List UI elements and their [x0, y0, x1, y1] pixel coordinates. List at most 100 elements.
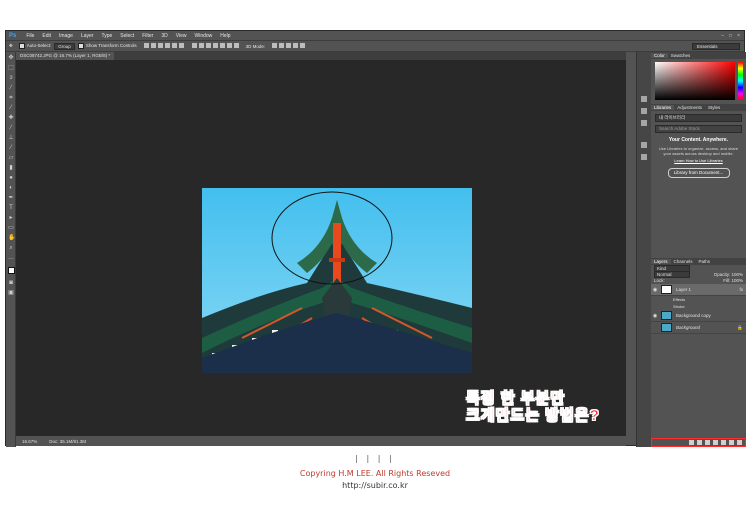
quick-mask-icon[interactable]: ◙	[8, 280, 14, 286]
menu-edit[interactable]: Edit	[38, 33, 55, 39]
dodge-tool-icon[interactable]: ◐	[8, 185, 14, 191]
fx-icon[interactable]: fx	[739, 287, 746, 292]
maximize-icon[interactable]: □	[729, 33, 732, 39]
tab-paths[interactable]: Paths	[696, 259, 714, 264]
3d-mode-icons[interactable]	[268, 43, 309, 49]
color-picker-field[interactable]	[655, 62, 735, 100]
blur-tool-icon[interactable]: ●	[8, 175, 14, 181]
library-heading: Your Content. Anywhere.	[668, 137, 729, 143]
menu-file[interactable]: File	[22, 33, 38, 39]
opacity-value[interactable]: 100%	[731, 272, 743, 277]
move-tool-icon[interactable]: ✥	[8, 55, 14, 61]
library-select[interactable]: 내 라이브러리	[655, 114, 742, 122]
menu-image[interactable]: Image	[55, 33, 77, 39]
menu-3d[interactable]: 3D	[157, 33, 171, 39]
layer-name: Layer 1	[676, 287, 692, 292]
menu-filter[interactable]: Filter	[138, 33, 157, 39]
align-icons[interactable]	[140, 43, 188, 49]
tab-styles[interactable]: Styles	[705, 105, 723, 110]
learn-libraries-link[interactable]: Learn How to Use Libraries	[655, 158, 742, 163]
stamp-tool-icon[interactable]: ⊥	[8, 135, 14, 141]
hand-tool-icon[interactable]: ✋	[8, 235, 15, 241]
lasso-tool-icon[interactable]: ↄ	[8, 75, 14, 81]
blend-mode-select[interactable]: Normal	[654, 271, 690, 278]
panel-icon-strip	[636, 52, 652, 447]
new-layer-icon[interactable]	[729, 440, 734, 445]
tab-layers[interactable]: Layers	[651, 259, 671, 264]
brush-preset-icon[interactable]	[641, 154, 647, 160]
library-from-document-button[interactable]: Library from Document...	[667, 168, 730, 178]
ps-logo: Ps	[9, 32, 17, 39]
crop-tool-icon[interactable]: ⌗	[8, 95, 14, 101]
hue-slider[interactable]	[738, 62, 743, 100]
marquee-tool-icon[interactable]: ⬚	[8, 65, 14, 71]
foreground-color-swatch[interactable]	[8, 267, 15, 274]
close-icon[interactable]: ×	[737, 33, 740, 39]
stroke-row[interactable]: Stroke	[651, 303, 746, 310]
menu-help[interactable]: Help	[216, 33, 234, 39]
zoom-tool-icon[interactable]: ⌕	[8, 245, 14, 251]
canvas-area[interactable]: 특정 한 부분만 크게만드는 방법은?	[16, 60, 626, 436]
menu-type[interactable]: Type	[97, 33, 116, 39]
layer-row-background-copy[interactable]: ◉ Background copy	[651, 310, 746, 322]
auto-select-checkbox[interactable]	[18, 43, 25, 49]
add-mask-icon[interactable]	[705, 440, 710, 445]
lock-icon: 🔒	[737, 324, 743, 330]
tab-color[interactable]: Color	[651, 53, 668, 58]
stock-search-input[interactable]: Search Adobe Stock	[655, 125, 742, 133]
menu-window[interactable]: Window	[190, 33, 216, 39]
visibility-eye-icon[interactable]: ◉	[651, 287, 659, 293]
screen-mode-icon[interactable]: ▣	[8, 290, 14, 296]
transform-checkbox[interactable]	[77, 43, 84, 49]
menu-view[interactable]: View	[172, 33, 191, 39]
menu-layer[interactable]: Layer	[77, 33, 98, 39]
history-brush-tool-icon[interactable]: ⁄	[8, 145, 14, 151]
site-url-link[interactable]: http://subir.co.kr	[0, 481, 750, 490]
character-icon[interactable]	[641, 142, 647, 148]
minimize-icon[interactable]: –	[721, 33, 724, 39]
temple-roof-photo	[202, 188, 472, 373]
pen-tool-icon[interactable]: ✒	[8, 195, 14, 201]
library-empty-state: Your Content. Anywhere. Use Libraries to…	[655, 137, 742, 178]
more-tools-icon[interactable]: …	[8, 255, 14, 261]
new-group-icon[interactable]	[721, 440, 726, 445]
history-icon[interactable]	[641, 96, 647, 102]
move-tool-icon[interactable]: ✥	[6, 43, 16, 49]
link-layers-icon[interactable]	[689, 440, 694, 445]
shape-tool-icon[interactable]: ▭	[8, 225, 14, 231]
auto-select-label: Auto-Select:	[26, 43, 52, 49]
properties-icon[interactable]	[641, 108, 647, 114]
fill-value[interactable]: 100%	[731, 278, 743, 283]
group-select[interactable]: Group	[54, 42, 75, 50]
brush-tool-icon[interactable]: ⁄	[8, 125, 14, 131]
caption-line-1: 특정 한 부분만	[466, 390, 566, 408]
tab-swatches[interactable]: Swatches	[668, 53, 694, 58]
type-tool-icon[interactable]: T	[8, 205, 14, 211]
gradient-tool-icon[interactable]: ▮	[8, 165, 14, 171]
document-tab[interactable]: DSC08742.JPG @ 16.7% (Layer 1, RGB/8) *	[16, 52, 115, 60]
menu-select[interactable]: Select	[116, 33, 138, 39]
adjustment-layer-icon[interactable]	[713, 440, 718, 445]
distribute-icons[interactable]	[188, 43, 243, 49]
visibility-eye-icon[interactable]: ◉	[651, 313, 659, 319]
color-panel-tabs: Color Swatches	[651, 52, 746, 59]
quick-select-tool-icon[interactable]: ⁄	[8, 85, 14, 91]
layer-row-background[interactable]: Background 🔒	[651, 322, 746, 334]
path-select-tool-icon[interactable]: ▸	[8, 215, 14, 221]
status-bar: 16.67% Doc: 35.1M/91.3M	[16, 436, 626, 446]
paragraph-icon[interactable]	[641, 120, 647, 126]
healing-tool-icon[interactable]: ✚	[8, 115, 14, 121]
layers-panel-tabs: Layers Channels Paths	[651, 258, 746, 265]
zoom-level[interactable]: 16.67%	[16, 439, 43, 444]
delete-layer-icon[interactable]	[737, 440, 742, 445]
blend-row: Normal Opacity: 100%	[654, 271, 743, 278]
tab-libraries[interactable]: Libraries	[651, 105, 675, 110]
eraser-tool-icon[interactable]: ▱	[8, 155, 14, 161]
layer-row-layer-1[interactable]: ◉ Layer 1 fx	[651, 284, 746, 296]
tab-channels[interactable]: Channels	[671, 259, 696, 264]
workspace-select[interactable]: Essentials	[692, 42, 740, 50]
tab-adjustments[interactable]: Adjustments	[674, 105, 705, 110]
caption-line-2: 크게만드는 방법은?	[466, 407, 600, 425]
eyedropper-tool-icon[interactable]: ⁄	[8, 105, 14, 111]
fx-add-icon[interactable]	[697, 440, 702, 445]
